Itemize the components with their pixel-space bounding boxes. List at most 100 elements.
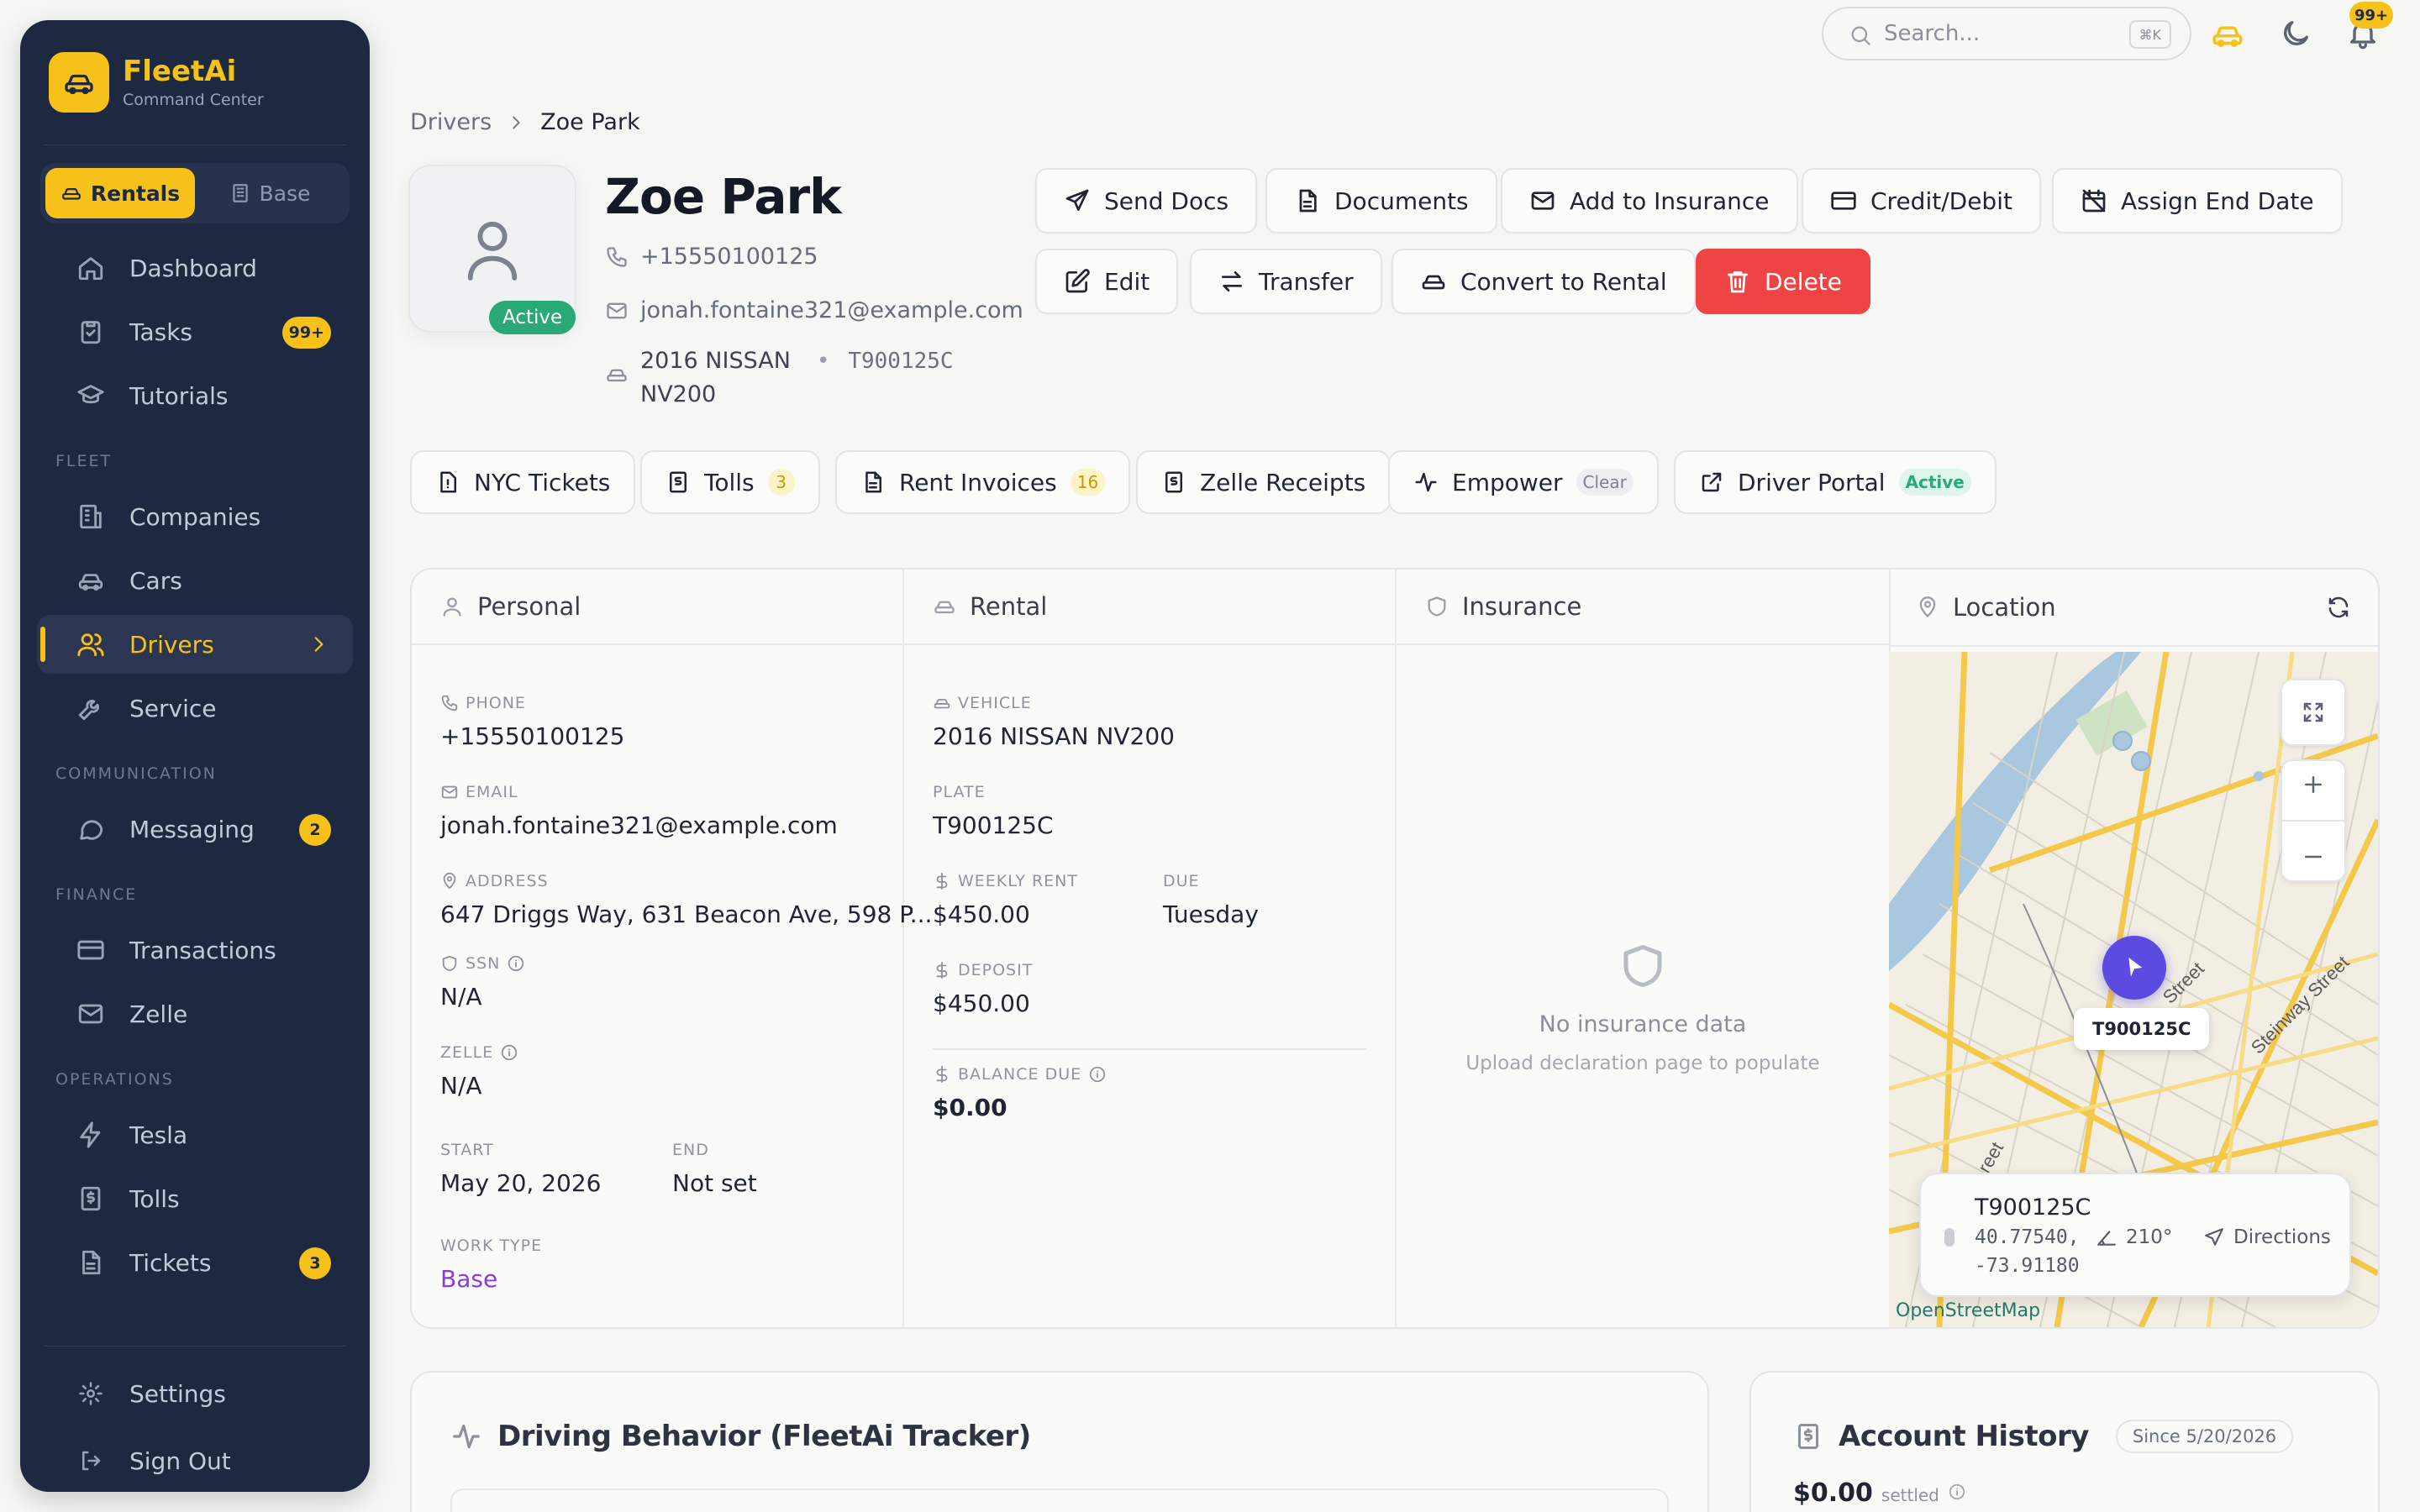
zelle-receipts-chip[interactable]: Zelle Receipts	[1136, 450, 1392, 514]
ssn-label: SSN	[466, 954, 501, 973]
driving-behavior-card: Driving Behavior (FleetAi Tracker)	[410, 1371, 1709, 1512]
moon-icon[interactable]	[2279, 17, 2312, 50]
building-icon	[232, 184, 248, 202]
info-longitude: -73.91180	[1975, 1255, 2080, 1277]
car-icon	[605, 363, 629, 412]
due-label: DUE	[1163, 872, 1200, 890]
user-icon	[467, 221, 518, 281]
nav-settings[interactable]: Settings	[37, 1364, 353, 1423]
brand[interactable]: FleetAi Command Center	[49, 52, 264, 113]
search-input[interactable]: Search... ⌘K	[1822, 7, 2191, 60]
refresh-icon[interactable]	[2326, 595, 2351, 620]
insurance-column: Insurance No insurance data Upload decla…	[1397, 570, 1891, 1327]
zoom-out-icon[interactable]	[2301, 844, 2326, 869]
nav-tesla[interactable]: Tesla	[37, 1105, 353, 1164]
personal-start-field: START May 20, 2026	[440, 1141, 601, 1197]
location-header: Location	[1891, 570, 2378, 647]
balance-label: BALANCE DUE	[958, 1065, 1082, 1084]
nyc-tickets-chip[interactable]: NYC Tickets	[410, 450, 636, 514]
driver-phone-value: +15550100125	[640, 244, 818, 270]
map-pin-icon	[443, 872, 456, 890]
trash-icon	[1728, 271, 1748, 293]
messaging-badge: 2	[299, 814, 331, 846]
info-icon[interactable]	[1948, 1483, 1966, 1501]
plate-label: PLATE	[933, 783, 986, 801]
sidebar: FleetAi Command Center Rentals Base Dash…	[20, 20, 370, 1492]
search-placeholder: Search...	[1884, 21, 1981, 46]
tolls-label: Tolls	[704, 468, 755, 496]
nav-transactions[interactable]: Transactions	[37, 921, 353, 979]
end-value: Not set	[672, 1169, 757, 1197]
delete-button[interactable]: Delete	[1696, 249, 1870, 314]
separator-dot: •	[817, 349, 830, 374]
insurance-empty-state: No insurance data Upload declaration pag…	[1397, 939, 1889, 1074]
nav-sign-out[interactable]: Sign Out	[37, 1431, 353, 1490]
nav-companies[interactable]: Companies	[37, 487, 353, 546]
nav-sign-out-label: Sign Out	[129, 1446, 231, 1475]
credit-debit-button[interactable]: Credit/Debit	[1802, 168, 2041, 234]
vehicle-marker[interactable]	[2102, 936, 2166, 1000]
tolls-chip[interactable]: Tolls 3	[640, 450, 820, 514]
gear-icon	[74, 1377, 108, 1410]
delete-label: Delete	[1765, 267, 1842, 296]
send-docs-button[interactable]: Send Docs	[1035, 168, 1258, 234]
nav-zelle[interactable]: Zelle	[37, 984, 353, 1043]
breadcrumb-parent[interactable]: Drivers	[410, 109, 492, 135]
insurance-empty-subtitle: Upload declaration page to populate	[1465, 1053, 1820, 1074]
personal-address-field: ADDRESS 647 Driggs Way, 631 Beacon Ave, …	[440, 872, 932, 928]
rental-deposit-field: DEPOSIT $450.00	[933, 961, 1033, 1017]
empower-chip[interactable]: Empower Clear	[1388, 450, 1659, 514]
ticket-icon	[440, 471, 456, 493]
account-history-title: Account History	[1839, 1420, 2089, 1453]
add-insurance-button[interactable]: Add to Insurance	[1501, 168, 1798, 234]
map-attribution[interactable]: OpenStreetMap	[1896, 1300, 2040, 1321]
zoom-in-icon[interactable]	[2301, 772, 2326, 797]
fullscreen-button[interactable]	[2281, 679, 2346, 746]
search-icon	[1849, 24, 1872, 47]
documents-button[interactable]: Documents	[1265, 168, 1497, 234]
rent-invoices-chip[interactable]: Rent Invoices 16	[835, 450, 1131, 514]
lightning-icon	[74, 1118, 108, 1152]
convert-rental-button[interactable]: Convert to Rental	[1392, 249, 1696, 314]
car-icon	[934, 698, 950, 709]
zelle-label: ZELLE	[440, 1043, 494, 1062]
info-icon[interactable]	[1088, 1065, 1107, 1084]
transfer-button[interactable]: Transfer	[1190, 249, 1382, 314]
add-insurance-label: Add to Insurance	[1570, 186, 1770, 215]
receipt-dollar-icon	[1165, 471, 1182, 493]
credit-card-icon	[1831, 192, 1856, 210]
car-icon	[1422, 275, 1445, 290]
account-history-header: Account History Since 5/20/2026	[1793, 1420, 2294, 1453]
nav-service[interactable]: Service	[37, 679, 353, 738]
car-mode-icon[interactable]	[2210, 17, 2245, 52]
mode-base-button[interactable]: Base	[195, 168, 345, 218]
clipboard-icon	[74, 315, 108, 349]
mode-rentals-button[interactable]: Rentals	[45, 168, 195, 218]
info-icon[interactable]	[500, 1043, 518, 1062]
phone-value: +15550100125	[440, 722, 625, 750]
nav-dashboard-label: Dashboard	[129, 254, 257, 282]
nav-messaging[interactable]: Messaging 2	[37, 800, 353, 858]
nav-drivers[interactable]: Drivers	[37, 615, 353, 674]
insurance-header: Insurance	[1397, 570, 1889, 645]
nav-tutorials[interactable]: Tutorials	[37, 366, 353, 425]
tolls-count-badge: 3	[767, 469, 795, 496]
work-type-label: WORK TYPE	[440, 1236, 543, 1255]
nav-drivers-label: Drivers	[129, 630, 214, 659]
directions-link[interactable]: Directions	[2203, 1226, 2331, 1248]
nav-dashboard[interactable]: Dashboard	[37, 239, 353, 297]
nav-tolls[interactable]: Tolls	[37, 1169, 353, 1228]
nav-cars[interactable]: Cars	[37, 551, 353, 610]
assign-end-date-button[interactable]: Assign End Date	[2052, 168, 2343, 234]
driver-portal-chip[interactable]: Driver Portal Active	[1674, 450, 1996, 514]
edit-button[interactable]: Edit	[1035, 249, 1179, 314]
brand-subtitle: Command Center	[123, 91, 264, 109]
personal-work-type-field: WORK TYPE Base	[440, 1236, 542, 1293]
nav-tasks[interactable]: Tasks 99+	[37, 302, 353, 361]
start-label: START	[440, 1141, 494, 1159]
status-badge: Active	[489, 301, 576, 334]
convert-rental-label: Convert to Rental	[1460, 267, 1667, 296]
nav-tickets[interactable]: Tickets 3	[37, 1233, 353, 1292]
info-icon[interactable]	[507, 954, 525, 973]
account-balance-note: settled	[1881, 1485, 1939, 1505]
